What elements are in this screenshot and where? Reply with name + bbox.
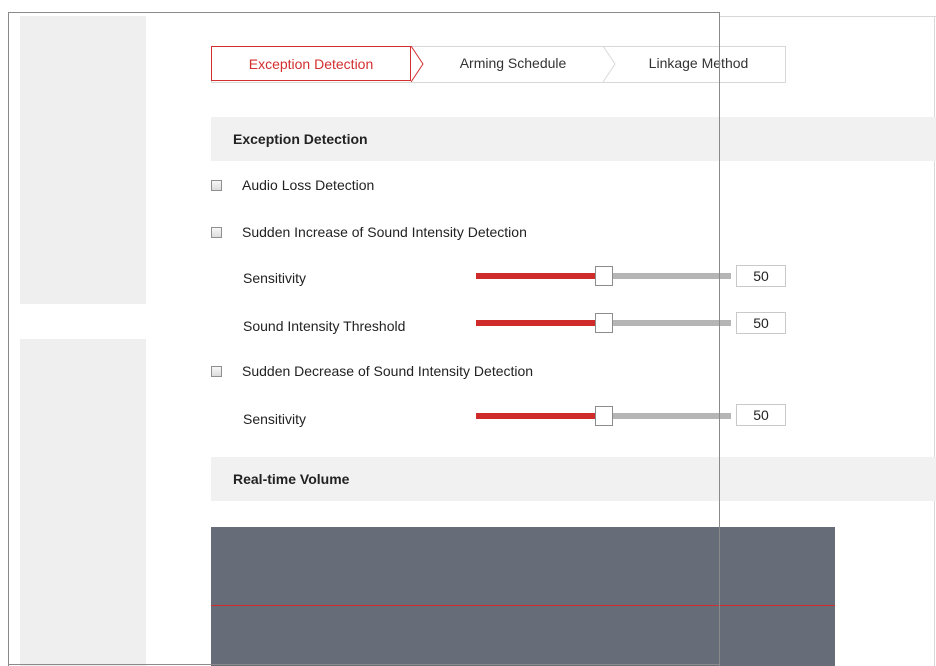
tab-linkage-method[interactable]: Linkage Method [616,46,781,81]
slider-fill [476,320,604,326]
decrease-sensitivity-slider[interactable] [476,406,731,426]
slider-track-rest [604,273,731,279]
slider-thumb[interactable] [595,313,613,333]
frame-bottom-border [8,664,720,665]
tab-arming-schedule[interactable]: Arming Schedule [423,46,603,81]
threshold-label: Sound Intensity Threshold [243,318,406,334]
tab-bar: Exception Detection Arming Schedule Link… [211,46,786,83]
frame-right-border [719,12,720,666]
sudden-decrease-label: Sudden Decrease of Sound Intensity Detec… [242,363,534,379]
audio-loss-label: Audio Loss Detection [242,177,375,193]
threshold-value[interactable]: 50 [736,312,786,334]
slider-track-rest [604,320,731,326]
left-panel-top [20,16,146,304]
decrease-sensitivity-value[interactable]: 50 [736,404,786,426]
sudden-increase-checkbox[interactable] [211,227,222,238]
slider-thumb[interactable] [595,266,613,286]
left-panel-bottom [20,339,146,666]
real-time-volume-header: Real-time Volume [211,457,936,501]
frame-top-border [8,12,720,13]
slider-fill [476,413,604,419]
sudden-increase-label: Sudden Increase of Sound Intensity Detec… [242,224,527,240]
frame-left-border [8,12,9,666]
slider-fill [476,273,604,279]
tab-exception-detection[interactable]: Exception Detection [211,46,411,81]
exception-detection-header: Exception Detection [211,117,936,161]
audio-loss-checkbox[interactable] [211,180,222,191]
slider-track-rest [604,413,731,419]
tab-separator-arrow [603,46,616,82]
volume-threshold-line [211,605,835,606]
right-rule [934,16,935,666]
slider-thumb[interactable] [595,406,613,426]
increase-sensitivity-value[interactable]: 50 [736,265,786,287]
increase-sensitivity-slider[interactable] [476,266,731,286]
real-time-volume-display [211,527,835,666]
decrease-sensitivity-label: Sensitivity [243,411,307,427]
top-rule [720,16,936,17]
increase-sensitivity-label: Sensitivity [243,270,307,286]
sudden-decrease-checkbox[interactable] [211,366,222,377]
threshold-slider[interactable] [476,313,731,333]
